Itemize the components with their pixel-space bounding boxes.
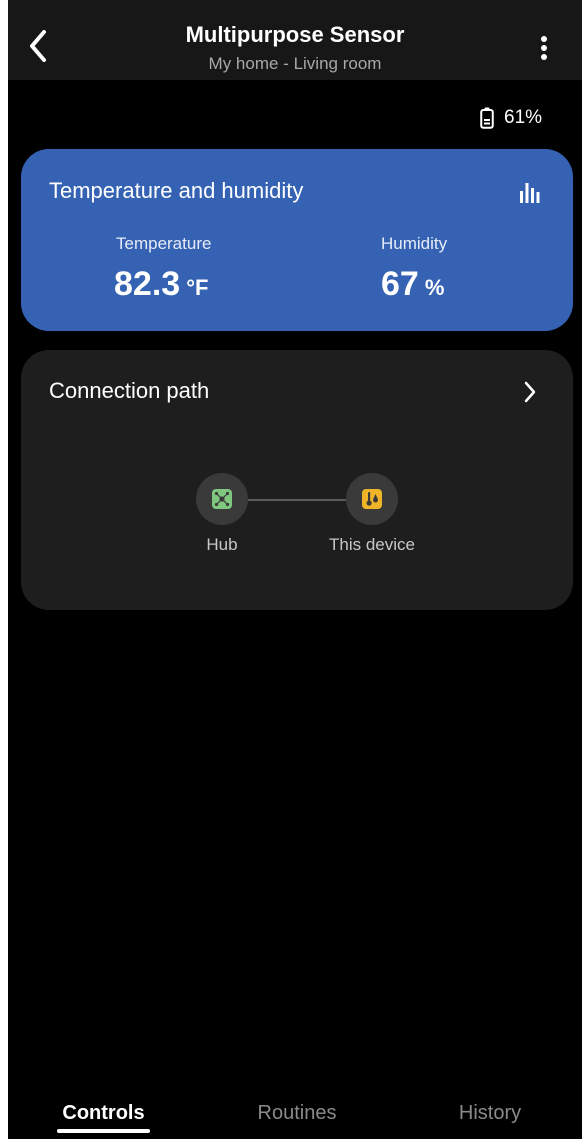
connection-path-card[interactable]: Connection path Hub This device — [21, 350, 573, 610]
card-title: Temperature and humidity — [49, 178, 304, 203]
hub-node — [196, 473, 248, 525]
hub-icon — [212, 489, 232, 509]
active-tab-indicator — [57, 1129, 150, 1133]
page-title: Multipurpose Sensor — [185, 22, 405, 47]
tab-history[interactable]: History — [430, 1102, 550, 1125]
tab-routines[interactable]: Routines — [237, 1102, 357, 1125]
more-vertical-icon — [541, 36, 547, 60]
humidity-reading: 67% — [381, 265, 444, 304]
temperature-unit: °F — [186, 275, 209, 300]
sensor-device-icon — [362, 489, 382, 509]
humidity-unit: % — [424, 275, 445, 300]
chevron-right-icon — [524, 381, 536, 403]
history-chart-button[interactable] — [519, 181, 541, 203]
connection-line — [248, 499, 346, 501]
device-screen: Multipurpose Sensor My home - Living roo… — [8, 0, 582, 1139]
connection-path-open-button[interactable] — [521, 378, 539, 406]
temperature-reading: 82.3 °F — [114, 265, 208, 304]
bar-chart-icon — [520, 183, 540, 203]
this-device-label: This device — [329, 535, 415, 554]
more-options-button[interactable] — [534, 34, 554, 64]
page-subtitle: My home - Living room — [208, 54, 382, 73]
hub-label: Hub — [206, 535, 238, 554]
temperature-label: Temperature — [116, 234, 212, 253]
temperature-value: 82.3 — [114, 265, 181, 303]
battery-status: 61% — [480, 104, 542, 132]
this-device-node — [346, 473, 398, 525]
top-app-bar: Multipurpose Sensor My home - Living roo… — [8, 0, 582, 80]
temperature-humidity-card[interactable]: Temperature and humidity Temperature 82.… — [21, 149, 573, 331]
humidity-value: 67 — [381, 265, 419, 303]
battery-level: 61% — [504, 107, 543, 128]
battery-icon — [480, 107, 494, 129]
humidity-label: Humidity — [381, 234, 448, 253]
tab-controls[interactable]: Controls — [47, 1102, 160, 1125]
connection-path-title: Connection path — [49, 378, 210, 403]
